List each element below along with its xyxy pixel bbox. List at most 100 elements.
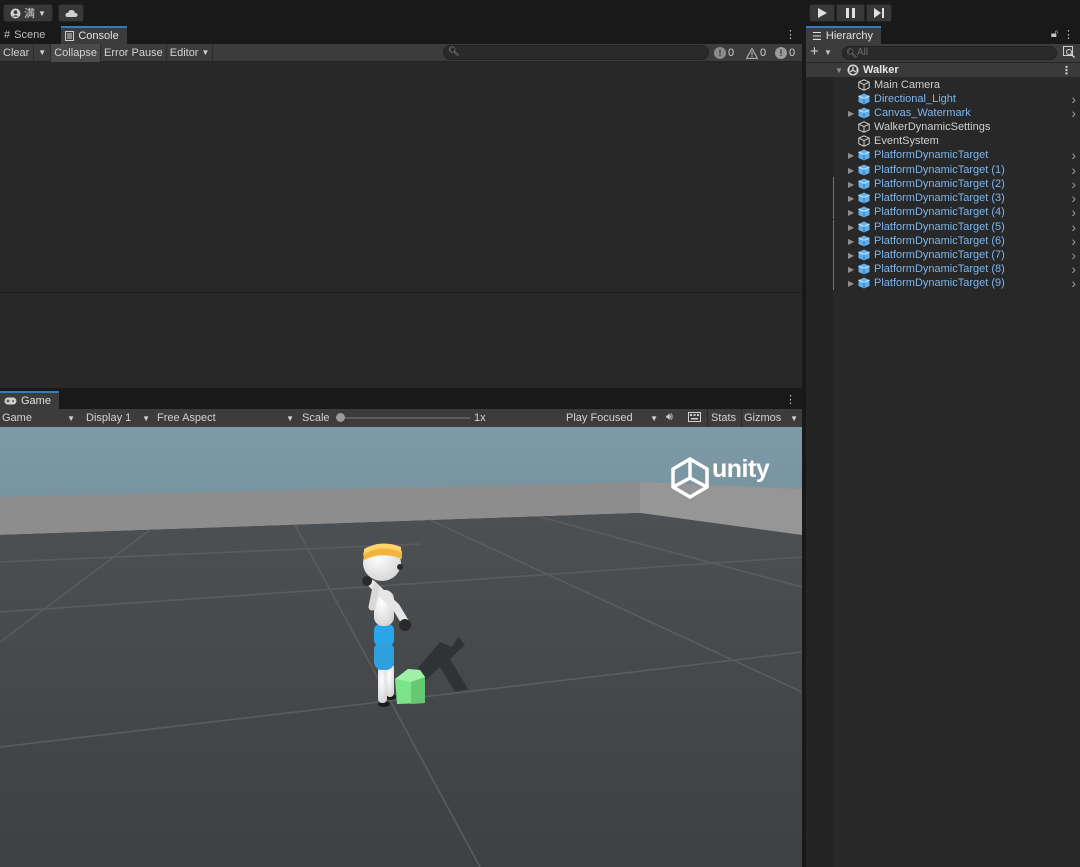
play-button[interactable] (809, 4, 835, 22)
clear-button[interactable]: Clear (0, 43, 35, 62)
expand-triangle-icon[interactable]: ▶ (848, 251, 854, 260)
aspect-label: Free Aspect (157, 412, 216, 424)
hierarchy-row[interactable]: ▶ PlatformDynamicTarget (4) › (806, 204, 1080, 220)
gizmos-dropdown[interactable]: Gizmos ▼ (741, 409, 802, 427)
expand-triangle-icon[interactable]: ▼ (835, 66, 843, 75)
hierarchy-row-label: PlatformDynamicTarget (8) (874, 263, 1005, 275)
log-count-toggle[interactable]: ! 0 (714, 45, 734, 61)
keyboard-icon[interactable] (688, 412, 701, 425)
gameobject-cube-icon (858, 135, 870, 147)
hierarchy-row-label: WalkerDynamicSettings (874, 121, 991, 133)
hierarchy-row[interactable]: WalkerDynamicSettings (806, 120, 1080, 134)
error-pause-label: Error Pause (104, 46, 163, 59)
display-dropdown[interactable]: Display 1 ▼ (84, 409, 154, 427)
override-marker (833, 220, 834, 234)
scale-value: 1x (474, 412, 486, 424)
scale-slider-handle[interactable] (336, 413, 345, 422)
open-prefab-chevron-icon[interactable]: › (1071, 105, 1076, 121)
hierarchy-search-input[interactable]: 🔍︎ All (842, 46, 1057, 60)
error-pause-toggle[interactable]: Error Pause (101, 43, 167, 62)
console-log-list[interactable] (0, 63, 802, 291)
lock-icon[interactable]: 🔓︎ (1051, 28, 1058, 41)
open-prefab-chevron-icon[interactable]: › (1071, 204, 1076, 220)
chevron-down-icon: ▼ (286, 413, 294, 423)
hierarchy-row[interactable]: Main Camera (806, 78, 1080, 92)
aspect-dropdown[interactable]: Free Aspect ▼ (155, 409, 298, 427)
expand-triangle-icon[interactable]: ▶ (848, 237, 854, 246)
hierarchy-row[interactable]: ▶ PlatformDynamicTarget (1) › (806, 162, 1080, 178)
hierarchy-row[interactable]: ▶ PlatformDynamicTarget (5) › (806, 219, 1080, 235)
gameobject-cube-icon (858, 121, 870, 133)
editor-dropdown[interactable]: Editor ▼ (167, 43, 214, 62)
speaker-icon[interactable]: 🔊︎ (666, 411, 673, 424)
override-marker (833, 262, 834, 276)
game-viewport[interactable]: unity (0, 427, 802, 867)
hierarchy-row[interactable]: ▶ PlatformDynamicTarget (6) › (806, 233, 1080, 249)
kebab-menu-icon[interactable]: ⋮ (1061, 64, 1072, 77)
search-by-type-icon[interactable] (1063, 46, 1076, 61)
expand-triangle-icon[interactable]: ▶ (848, 279, 854, 288)
expand-triangle-icon[interactable]: ▶ (848, 223, 854, 232)
override-marker (833, 177, 834, 191)
chevron-down-icon[interactable]: ▼ (824, 48, 832, 57)
hierarchy-row-label: PlatformDynamicTarget (6) (874, 235, 1005, 247)
tab-game[interactable]: Game (0, 391, 59, 409)
pause-icon (846, 8, 855, 18)
hierarchy-row[interactable]: ▶ PlatformDynamicTarget (7) › (806, 247, 1080, 263)
warning-count: 0 (760, 47, 767, 59)
tab-scene[interactable]: # Scene (0, 26, 53, 44)
warning-count-toggle[interactable]: 0 (746, 45, 766, 61)
search-placeholder: All (857, 47, 869, 58)
hierarchy-row[interactable]: ▶ PlatformDynamicTarget (8) › (806, 261, 1080, 277)
play-focused-dropdown[interactable]: Play Focused ▼ (564, 409, 662, 427)
hierarchy-row[interactable]: ▶ PlatformDynamicTarget (2) › (806, 176, 1080, 192)
chevron-down-icon: ▼ (650, 413, 658, 423)
step-button[interactable] (866, 4, 892, 22)
expand-triangle-icon[interactable]: ▶ (848, 109, 854, 118)
tab-hierarchy[interactable]: ☰ Hierarchy (806, 26, 881, 44)
pause-button[interactable] (836, 4, 865, 22)
expand-triangle-icon[interactable]: ▶ (848, 180, 854, 189)
hierarchy-row[interactable]: ▶ PlatformDynamicTarget (3) › (806, 190, 1080, 206)
console-search-input[interactable]: 🔍︎ (443, 45, 709, 60)
expand-triangle-icon[interactable]: ▶ (848, 208, 854, 217)
view-type-dropdown[interactable]: Game ▼ (0, 409, 79, 427)
hierarchy-row[interactable]: Directional_Light › (806, 91, 1080, 107)
expand-triangle-icon[interactable]: ▶ (848, 194, 854, 203)
kebab-menu-icon[interactable]: ⋮ (785, 393, 796, 406)
chevron-down-icon: ▼ (790, 413, 798, 423)
hierarchy-row[interactable]: ▶ PlatformDynamicTarget › (806, 147, 1080, 163)
open-prefab-chevron-icon[interactable]: › (1071, 275, 1076, 291)
error-count: 0 (789, 47, 796, 59)
scale-slider[interactable] (340, 417, 470, 419)
error-count-toggle[interactable]: ! 0 (775, 45, 795, 61)
expand-triangle-icon[interactable]: ▶ (848, 265, 854, 274)
cloud-button[interactable] (58, 4, 84, 22)
expand-triangle-icon[interactable]: ▶ (848, 151, 854, 160)
prefab-cube-icon (858, 277, 870, 289)
hierarchy-tabbar: ☰ Hierarchy 🔓︎ ⋮ (806, 26, 1080, 44)
console-detail-area[interactable] (0, 292, 802, 388)
scene-name: Walker (863, 64, 899, 76)
clear-options-dropdown[interactable]: ▼ (34, 43, 52, 62)
collapse-toggle[interactable]: Collapse (51, 43, 102, 62)
tab-game-label: Game (21, 395, 51, 407)
account-button[interactable]: 满 ▼ (3, 4, 53, 22)
open-prefab-chevron-icon[interactable]: › (1071, 147, 1076, 163)
hierarchy-tree[interactable]: ▼ Walker ⋮ Main Camera Directional_Light ›… (806, 63, 1080, 867)
cloud-icon (64, 9, 77, 17)
hierarchy-row[interactable]: EventSystem (806, 134, 1080, 148)
expand-triangle-icon[interactable]: ▶ (848, 166, 854, 175)
tab-console[interactable]: Console (61, 26, 127, 44)
kebab-menu-icon[interactable]: ⋮ (785, 28, 796, 41)
scene-row-walker[interactable]: ▼ Walker ⋮ (806, 63, 1080, 77)
scale-label: Scale (302, 412, 330, 424)
add-button[interactable]: + (810, 44, 819, 60)
kebab-menu-icon[interactable]: ⋮ (1063, 28, 1074, 41)
hierarchy-row-label: PlatformDynamicTarget (4) (874, 206, 1005, 218)
stats-button[interactable]: Stats (707, 409, 739, 427)
hierarchy-row[interactable]: ▶ Canvas_Watermark › (806, 105, 1080, 121)
hierarchy-row[interactable]: ▶ PlatformDynamicTarget (9) › (806, 275, 1080, 291)
account-label: 满 (24, 8, 36, 20)
console-icon (65, 31, 75, 41)
